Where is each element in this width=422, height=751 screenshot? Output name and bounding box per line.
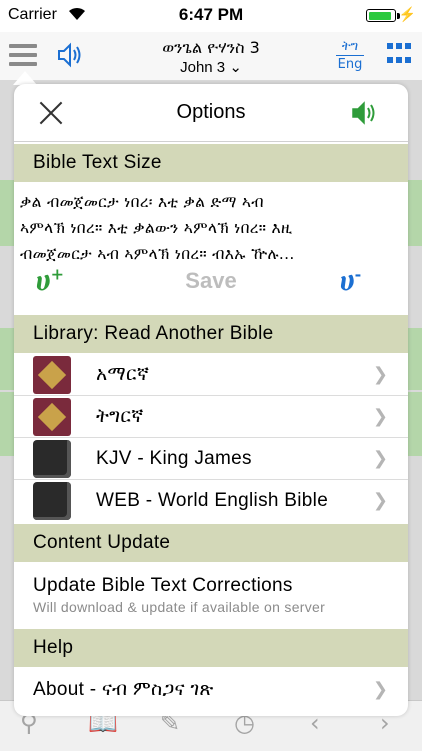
battery-icon bbox=[366, 9, 396, 22]
sample-text: ቃል ብመጀመርታ ነበረ፡ እቲ ቃል ድማ ኣብ ኣምላኽ ነበረ። እቲ … bbox=[20, 189, 402, 267]
update-corrections-button[interactable]: Update Bible Text Corrections bbox=[33, 575, 293, 597]
about-label: About - ናብ ምስጋና ገጽ bbox=[33, 679, 214, 700]
chevron-right-icon: ❯ bbox=[372, 448, 388, 469]
section-header-text-size: Bible Text Size bbox=[14, 144, 408, 182]
menu-icon[interactable] bbox=[9, 44, 37, 68]
grid-icon[interactable] bbox=[387, 43, 412, 68]
popover-header: Options bbox=[14, 84, 408, 142]
section-header-library: Library: Read Another Bible bbox=[14, 315, 408, 353]
library-item-amharic[interactable]: አማርኛ ❯ bbox=[14, 354, 408, 396]
chapter-selector[interactable]: John 3 ⌄ bbox=[100, 58, 322, 76]
library-item-label: KJV - King James bbox=[96, 448, 252, 469]
lang-bottom-label: Eng bbox=[337, 57, 363, 72]
chevron-right-icon: ❯ bbox=[372, 364, 388, 385]
lang-top-label: ትግ bbox=[341, 39, 359, 54]
sample-text-line: ቃል ብመጀመርታ ነበረ፡ እቲ ቃል ድማ ኣብ bbox=[20, 193, 264, 211]
charging-icon: ⚡ bbox=[398, 6, 416, 22]
book-icon bbox=[33, 440, 71, 478]
popover-arrow bbox=[13, 71, 37, 85]
status-bar: Carrier 6:47 PM ⚡ bbox=[0, 0, 422, 32]
update-corrections-subtitle: Will download & update if available on s… bbox=[33, 599, 326, 615]
cross-icon bbox=[33, 398, 71, 436]
decrease-text-size-button[interactable]: ሀ- bbox=[340, 264, 361, 298]
cross-icon bbox=[33, 356, 71, 394]
section-header-help: Help bbox=[14, 629, 408, 667]
chevron-right-icon: ❯ bbox=[372, 679, 388, 700]
options-popover: Options Bible Text Size ቃል ብመጀመርታ ነበረ፡ እ… bbox=[14, 84, 408, 716]
speaker-icon[interactable] bbox=[350, 99, 378, 127]
section-header-content-update: Content Update bbox=[14, 524, 408, 562]
library-item-label: ትግርኛ bbox=[96, 406, 144, 427]
language-toggle-button[interactable]: ትግ Eng bbox=[333, 39, 367, 72]
library-item-kjv[interactable]: KJV - King James ❯ bbox=[14, 438, 408, 480]
library-item-tigrinya[interactable]: ትግርኛ ❯ bbox=[14, 396, 408, 438]
about-row[interactable]: About - ናብ ምስጋና ገጽ ❯ bbox=[14, 669, 408, 716]
sample-text-line: ኣምላኽ ነበረ። እቲ ቃልውን ኣምላኽ ነበረ። እዚ bbox=[20, 219, 293, 237]
speaker-icon[interactable] bbox=[56, 41, 84, 69]
library-item-label: WEB - World English Bible bbox=[96, 490, 329, 511]
status-time: 6:47 PM bbox=[178, 5, 244, 24]
book-icon bbox=[33, 482, 71, 520]
nav-bar: ወንጌል ዮሃንስ 3 John 3 ⌄ ትግ Eng bbox=[0, 32, 422, 80]
book-title[interactable]: ወንጌል ዮሃንስ 3 bbox=[100, 38, 322, 57]
library-item-label: አማርኛ bbox=[96, 364, 150, 385]
chevron-right-icon: ❯ bbox=[372, 406, 388, 427]
library-item-web[interactable]: WEB - World English Bible ❯ bbox=[14, 480, 408, 522]
popover-title: Options bbox=[176, 101, 246, 123]
chevron-right-icon: ❯ bbox=[372, 490, 388, 511]
